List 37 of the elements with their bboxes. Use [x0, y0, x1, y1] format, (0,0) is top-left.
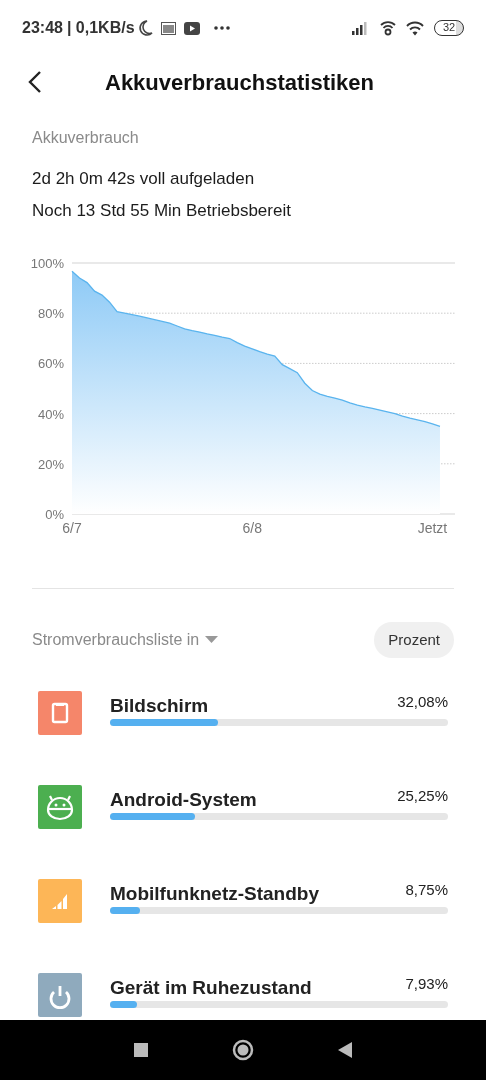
- usage-percent: 7,93%: [405, 974, 448, 994]
- battery-indicator: 32: [434, 20, 464, 36]
- more-icon: [213, 26, 230, 30]
- remaining-time: Noch 13 Std 55 Min Betriebsbereit: [32, 200, 292, 220]
- usage-percent: 32,08%: [397, 692, 448, 712]
- y-tick-label: 20%: [37, 456, 64, 472]
- signal-icon: [352, 21, 370, 35]
- home-icon[interactable]: [232, 1039, 254, 1061]
- back-triangle-icon[interactable]: [338, 1042, 352, 1058]
- wifi-icon: [406, 20, 424, 36]
- dropdown-caret-icon[interactable]: [205, 636, 219, 644]
- usage-name: Bildschirm: [110, 694, 209, 718]
- x-tick-label: Jetzt: [417, 520, 448, 536]
- y-tick-label: 0%: [45, 507, 64, 522]
- unit-toggle[interactable]: Prozent: [374, 622, 454, 658]
- charged-time: 2d 2h 0m 42s voll aufgeladen: [32, 168, 256, 188]
- y-tick-label: 100%: [30, 256, 64, 271]
- moon-icon: [136, 19, 153, 37]
- hotspot-icon: [380, 20, 396, 36]
- network-speed: | 0,1KB/s: [66, 18, 135, 38]
- video-icon: [183, 21, 200, 35]
- usage-name: Gerät im Ruhezustand: [110, 976, 312, 1000]
- usage-name: Mobilfunknetz-Standby: [110, 882, 319, 906]
- page-title: Akkuverbrauchstatistiken: [105, 68, 374, 97]
- y-tick-label: 60%: [37, 356, 64, 372]
- back-icon: [28, 70, 42, 94]
- usage-percent: 25,25%: [397, 786, 448, 806]
- x-tick-label: 6/8: [242, 520, 262, 536]
- x-tick-label: 6/7: [62, 520, 82, 536]
- y-tick-label: 40%: [37, 406, 64, 422]
- clock: 23:48: [22, 18, 63, 38]
- usage-percent: 8,75%: [405, 880, 448, 900]
- section-label: Akkuverbrauch: [32, 128, 140, 148]
- y-tick-label: 80%: [37, 306, 64, 322]
- list-heading: Stromverbrauchsliste in: [32, 630, 200, 650]
- usage-name: Android-System: [110, 788, 257, 812]
- calendar-icon: [160, 21, 176, 35]
